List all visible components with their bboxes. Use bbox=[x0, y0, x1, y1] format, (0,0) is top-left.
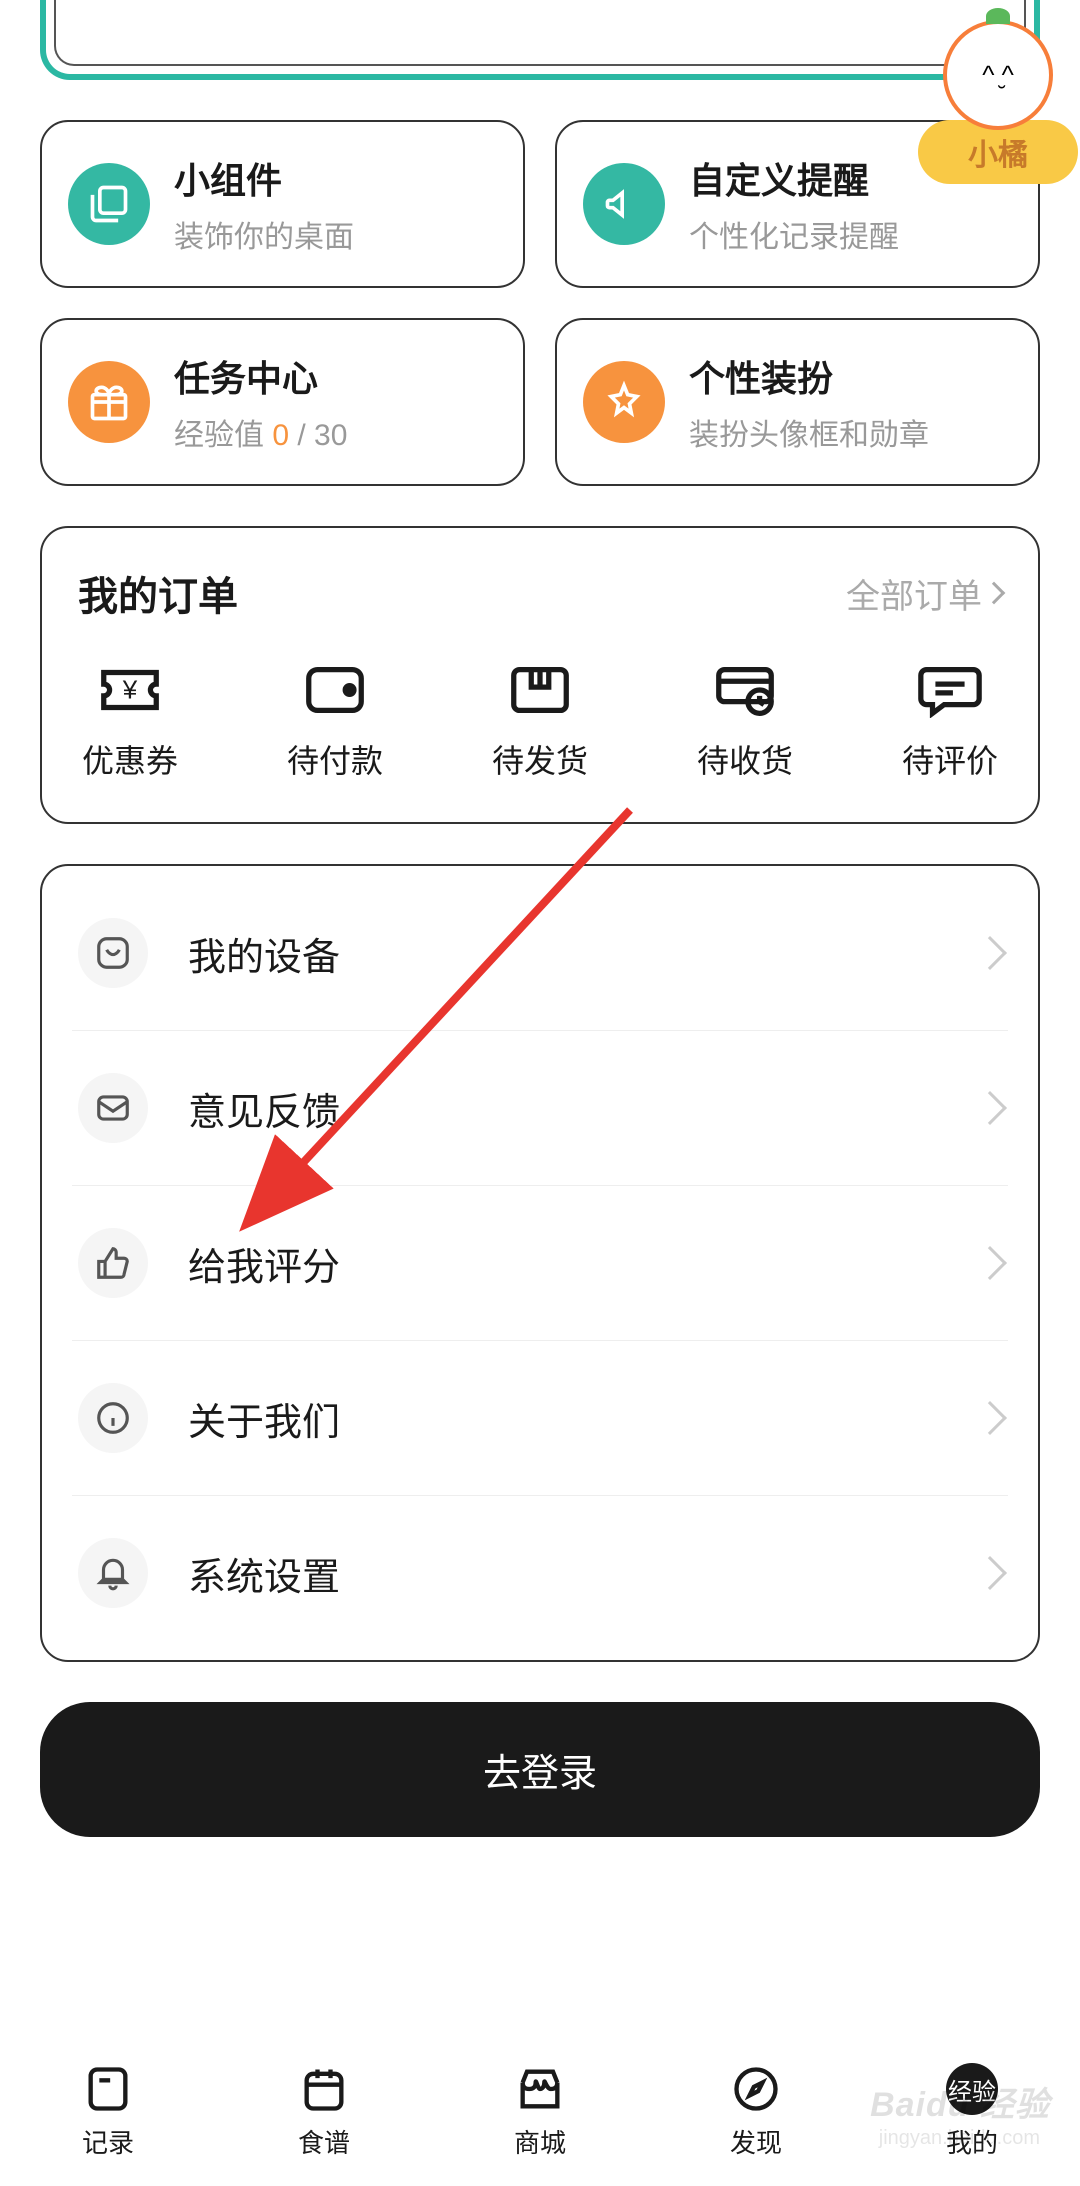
mascot-icon: ^ ̮^ bbox=[943, 20, 1053, 130]
order-item-pending-review[interactable]: 待评价 bbox=[902, 662, 998, 782]
shop-icon bbox=[514, 2063, 566, 2115]
gift-icon bbox=[68, 361, 150, 443]
top-panel-edge bbox=[40, 0, 1040, 80]
coupon-icon: ¥ bbox=[95, 662, 165, 718]
wallet-icon bbox=[300, 662, 370, 718]
mail-icon bbox=[78, 1073, 148, 1143]
settings-item-system[interactable]: 系统设置 bbox=[72, 1496, 1008, 1650]
order-item-pending-payment[interactable]: 待付款 bbox=[287, 662, 383, 782]
record-icon bbox=[82, 2063, 134, 2115]
task-center-card[interactable]: 任务中心 经验值 0 / 30 bbox=[40, 318, 525, 486]
login-button[interactable]: 去登录 bbox=[40, 1702, 1040, 1837]
calendar-icon bbox=[298, 2063, 350, 2115]
chevron-right-icon bbox=[983, 582, 1006, 605]
order-item-coupon[interactable]: ¥ 优惠券 bbox=[82, 662, 178, 782]
chevron-right-icon bbox=[973, 1556, 1007, 1590]
widget-card[interactable]: 小组件 装饰你的桌面 bbox=[40, 120, 525, 288]
all-orders-link[interactable]: 全部订单 bbox=[846, 569, 1002, 618]
settings-item-feedback[interactable]: 意见反馈 bbox=[72, 1031, 1008, 1186]
info-icon bbox=[78, 1383, 148, 1453]
widget-title: 小组件 bbox=[174, 152, 354, 204]
nav-item-recipes[interactable]: 食谱 bbox=[298, 2063, 350, 2160]
task-center-title: 任务中心 bbox=[174, 350, 347, 402]
bell-icon bbox=[78, 1538, 148, 1608]
nav-item-record[interactable]: 记录 bbox=[82, 2063, 134, 2160]
star-icon bbox=[583, 361, 665, 443]
package-icon bbox=[505, 662, 575, 718]
settings-item-about[interactable]: 关于我们 bbox=[72, 1341, 1008, 1496]
personalize-subtitle: 装扮头像框和勋章 bbox=[689, 410, 929, 454]
nav-item-shop[interactable]: 商城 bbox=[514, 2063, 566, 2160]
delivery-icon bbox=[710, 662, 780, 718]
review-icon bbox=[915, 662, 985, 718]
widget-icon bbox=[68, 163, 150, 245]
watermark-sub: jingyan.baidu.com bbox=[879, 2127, 1040, 2150]
thumbs-up-icon bbox=[78, 1228, 148, 1298]
chevron-right-icon bbox=[973, 1091, 1007, 1125]
megaphone-icon bbox=[583, 163, 665, 245]
compass-icon bbox=[730, 2063, 782, 2115]
reminder-subtitle: 个性化记录提醒 bbox=[689, 212, 899, 256]
task-center-subtitle: 经验值 0 / 30 bbox=[174, 410, 347, 454]
mascot-button[interactable]: ^ ̮^ 小橘 bbox=[918, 20, 1078, 184]
personalize-card[interactable]: 个性装扮 装扮头像框和勋章 bbox=[555, 318, 1040, 486]
svg-text:¥: ¥ bbox=[122, 675, 138, 705]
chevron-right-icon bbox=[973, 1401, 1007, 1435]
chevron-right-icon bbox=[973, 936, 1007, 970]
orders-section: 我的订单 全部订单 ¥ 优惠券 待付款 待发货 待收货 待评价 bbox=[40, 526, 1040, 824]
orders-title: 我的订单 bbox=[78, 564, 238, 622]
settings-item-devices[interactable]: 我的设备 bbox=[72, 876, 1008, 1031]
watermark-text: Baidu 经验 bbox=[870, 2077, 1050, 2126]
chevron-right-icon bbox=[973, 1246, 1007, 1280]
scale-icon bbox=[78, 918, 148, 988]
order-item-pending-shipment[interactable]: 待发货 bbox=[492, 662, 588, 782]
reminder-title: 自定义提醒 bbox=[689, 152, 899, 204]
settings-list: 我的设备 意见反馈 给我评分 关于我们 系统设置 bbox=[40, 864, 1040, 1662]
settings-item-rate[interactable]: 给我评分 bbox=[72, 1186, 1008, 1341]
personalize-title: 个性装扮 bbox=[689, 350, 929, 402]
order-item-pending-receipt[interactable]: 待收货 bbox=[697, 662, 793, 782]
nav-item-discover[interactable]: 发现 bbox=[730, 2063, 782, 2160]
widget-subtitle: 装饰你的桌面 bbox=[174, 212, 354, 256]
